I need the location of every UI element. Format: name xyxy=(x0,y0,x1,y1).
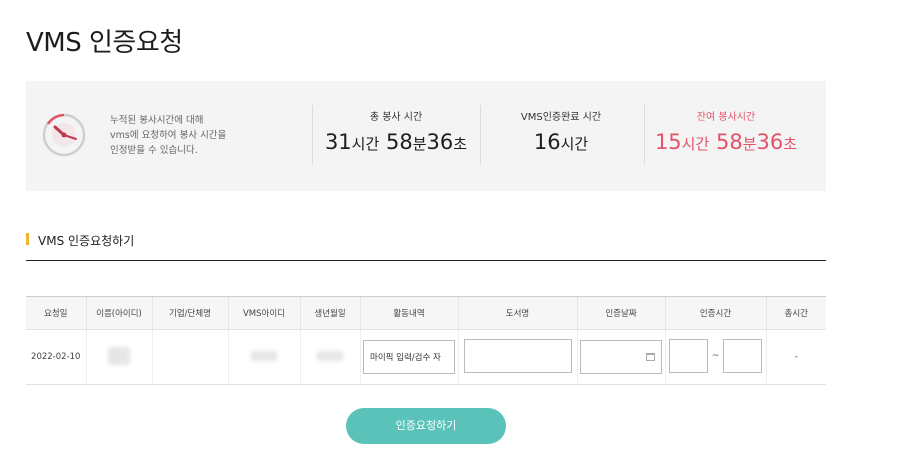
total-volunteer-time: 총 봉사 시간 31시간 58분36초 xyxy=(312,108,480,154)
header-book-title: 도서명 xyxy=(457,296,577,330)
total-time-value: 31시간 58분36초 xyxy=(324,130,468,154)
remaining-volunteer-time: 잔여 봉사시간 15시간 58분36초 xyxy=(644,108,808,154)
table-row: 2022-02-10 마이픽 입력/검수 자 ~ - xyxy=(26,329,826,385)
header-birthdate: 생년월일 xyxy=(299,296,360,330)
cert-time-range: ~ xyxy=(668,338,763,373)
header-name-id: 이름(아이디) xyxy=(85,296,152,330)
header-activity: 활동내역 xyxy=(359,296,458,330)
page-title: VMS 인증요청 xyxy=(26,28,183,58)
redacted-vms-id xyxy=(251,350,277,361)
header-organization: 기업/단체명 xyxy=(151,296,228,330)
time-from-input[interactable] xyxy=(668,338,708,373)
time-separator: ~ xyxy=(711,350,720,361)
vms-completed-time: VMS인증완료 시간 16시간 xyxy=(480,108,642,154)
header-total-time: 총시간 xyxy=(765,296,826,330)
clock-icon xyxy=(42,113,86,157)
calendar-icon[interactable] xyxy=(646,353,655,361)
cert-date-cell xyxy=(576,329,665,385)
activity-select[interactable]: 마이픽 입력/검수 자 xyxy=(363,340,455,374)
activity-cell: 마이픽 입력/검수 자 xyxy=(359,329,458,385)
remaining-time-value: 15시간 58분36초 xyxy=(654,130,798,154)
book-title-input[interactable] xyxy=(463,338,572,373)
section-title: VMS 인증요청하기 xyxy=(26,232,134,249)
book-title-cell xyxy=(457,329,577,385)
vms-request-table: 요청일 이름(아이디) 기업/단체명 VMS아이디 생년월일 활동내역 도서명 … xyxy=(26,296,826,385)
section-divider xyxy=(26,260,826,261)
volunteer-summary-panel: 누적된 봉사시간에 대해 vms에 요청하여 봉사 시간을 인정받을 수 있습니… xyxy=(26,81,826,191)
total-time-label: 총 봉사 시간 xyxy=(369,112,423,123)
header-request-date: 요청일 xyxy=(26,296,86,330)
header-vms-id: VMS아이디 xyxy=(227,296,300,330)
summary-description: 누적된 봉사시간에 대해 vms에 요청하여 봉사 시간을 인정받을 수 있습니… xyxy=(110,115,227,156)
time-to-input[interactable] xyxy=(723,338,763,373)
cert-time-cell: ~ xyxy=(664,329,766,385)
total-time-cell: - xyxy=(765,329,826,385)
vms-id-cell xyxy=(227,329,300,385)
redacted-birthdate xyxy=(317,350,343,361)
request-date-cell: 2022-02-10 xyxy=(26,329,86,385)
submit-request-button[interactable]: 인증요청하기 xyxy=(346,408,506,444)
name-id-cell xyxy=(85,329,152,385)
organization-cell xyxy=(151,329,228,385)
header-cert-date: 인증날짜 xyxy=(576,296,665,330)
cert-date-input[interactable] xyxy=(580,340,662,374)
birthdate-cell xyxy=(299,329,360,385)
table-header-row: 요청일 이름(아이디) 기업/단체명 VMS아이디 생년월일 활동내역 도서명 … xyxy=(26,296,826,330)
redacted-name xyxy=(108,346,130,365)
completed-time-value: 16시간 xyxy=(533,130,589,154)
remaining-time-label: 잔여 봉사시간 xyxy=(696,112,756,123)
header-cert-time: 인증시간 xyxy=(664,296,766,330)
completed-time-label: VMS인증완료 시간 xyxy=(520,112,602,123)
